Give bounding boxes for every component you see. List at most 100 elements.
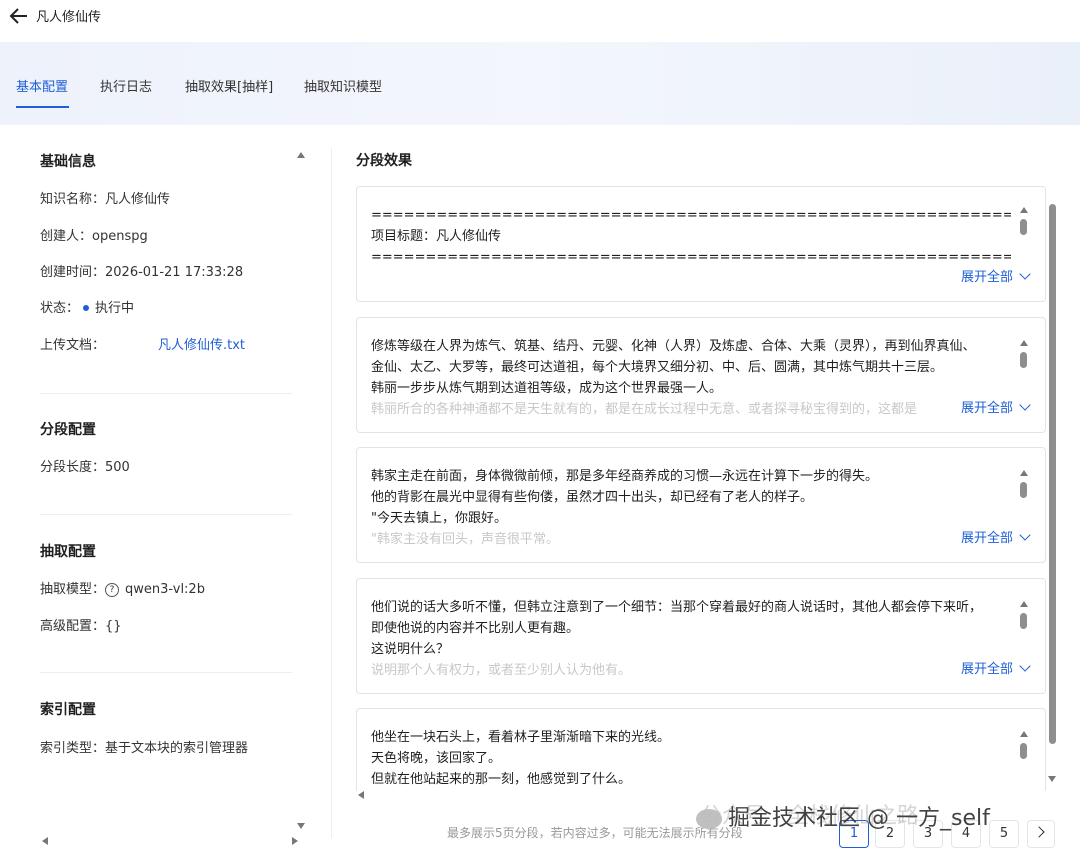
segment-scrollbar[interactable]: [1019, 338, 1029, 398]
created-time-value: 2026-01-21 17:33:28: [105, 265, 244, 280]
index-type-field: 索引类型：基于文本块的索引管理器: [40, 737, 248, 756]
scroll-thumb[interactable]: [1020, 219, 1027, 235]
page-button[interactable]: 5: [989, 820, 1019, 848]
extract-model-label: 抽取模型：: [40, 582, 106, 597]
created-time-label: 创建时间：: [40, 265, 106, 280]
segment-text: 修炼等级在人界为炼气、筑基、结丹、元婴、化神（人界）及炼虚、合体、大乘（灵界），…: [371, 336, 1011, 420]
scroll-down-icon[interactable]: [297, 823, 305, 829]
segment-line: 修炼等级在人界为炼气、筑基、结丹、元婴、化神（人界）及炼虚、合体、大乘（灵界），…: [371, 339, 976, 354]
scroll-up-icon[interactable]: [1020, 601, 1028, 607]
segment-text: ========================================…: [371, 205, 1011, 268]
watermark: 掘金技术社区 @ 一方_self: [696, 800, 990, 832]
extract-model-field: 抽取模型：? qwen3-vl:2b: [40, 578, 205, 597]
expand-all-button[interactable]: 展开全部: [954, 266, 1031, 285]
divider: [40, 672, 292, 673]
segment-scrollbar[interactable]: [1019, 599, 1029, 659]
index-type-value: 基于文本块的索引管理器: [105, 741, 249, 756]
creator-field: 创建人：openspg: [40, 225, 148, 244]
active-tab-indicator: [16, 106, 69, 108]
scroll-left-icon[interactable]: [42, 837, 48, 845]
expand-all-label: 展开全部: [960, 662, 1013, 677]
segment-length-label: 分段长度：: [40, 460, 106, 475]
segment-text: 他坐在一块石头上，看着林子里渐渐暗下来的光线。 天色将晚，该回家了。 但就在他站…: [371, 727, 1011, 790]
page-title: 凡人修仙传: [36, 10, 102, 25]
scroll-up-icon[interactable]: [1020, 731, 1028, 737]
scroll-thumb[interactable]: [1020, 352, 1027, 368]
creator-label: 创建人：: [40, 229, 93, 244]
status-value: 执行中: [95, 301, 135, 316]
status-field: 状态： 执行中: [40, 297, 134, 316]
segment-line: ========================================…: [371, 250, 1011, 265]
scroll-up-icon[interactable]: [1020, 470, 1028, 476]
segment-line: 这说明什么？: [371, 642, 450, 657]
expand-all-button[interactable]: 展开全部: [954, 658, 1031, 677]
segment-line: 韩家主走在前面，身体微微前倾，那是多年经商养成的习惯—永远在计算下一步的得失。: [371, 469, 879, 484]
created-time-field: 创建时间：2026-01-21 17:33:28: [40, 261, 243, 280]
segment-text: 他们说的话大多听不懂，但韩立注意到了一个细节：当那个穿着最好的商人说话时，其他人…: [371, 597, 1011, 681]
top-bar: 凡人修仙传: [0, 0, 1080, 40]
knowledge-name-value: 凡人修仙传: [105, 192, 171, 207]
expand-all-label: 展开全部: [960, 531, 1013, 546]
creator-value: openspg: [92, 229, 148, 244]
segment-effect-title: 分段效果: [356, 153, 412, 169]
segment-card: ========================================…: [356, 186, 1046, 302]
scroll-up-icon[interactable]: [1020, 207, 1028, 213]
advanced-config-value: {}: [105, 619, 122, 634]
segment-scrollbar[interactable]: [1019, 729, 1029, 789]
tab-bar: 基本配置 执行日志 抽取效果[抽样] 抽取知识模型: [0, 42, 1080, 125]
segment-line: 项目标题：凡人修仙传: [371, 229, 502, 244]
segment-card: 他坐在一块石头上，看着林子里渐渐暗下来的光线。 天色将晚，该回家了。 但就在他站…: [356, 708, 1046, 791]
segment-text: 韩家主走在前面，身体微微前倾，那是多年经商养成的习惯—永远在计算下一步的得失。 …: [371, 466, 1011, 550]
segment-scrollbar[interactable]: [1019, 468, 1029, 528]
watermark-text: 掘金技术社区 @ 一方_self: [728, 806, 990, 831]
back-arrow-icon[interactable]: [8, 5, 30, 27]
scroll-up-icon[interactable]: [297, 152, 305, 158]
segment-scrollbar[interactable]: [1019, 207, 1029, 267]
help-icon[interactable]: ?: [105, 582, 120, 597]
segment-length-value: 500: [105, 460, 130, 475]
wechat-icon: [696, 809, 722, 829]
extract-model-value: qwen3-vl:2b: [125, 582, 205, 597]
chevron-down-icon: [1019, 660, 1031, 672]
tab-extract-effect[interactable]: 抽取效果[抽样]: [185, 76, 273, 95]
segment-line: 天色将晚，该回家了。: [371, 751, 502, 766]
index-type-label: 索引类型：: [40, 741, 106, 756]
segment-line: 但就在他站起来的那一刻，他感觉到了什么。: [371, 772, 632, 787]
scroll-up-icon[interactable]: [1020, 340, 1028, 346]
upload-doc-link[interactable]: 凡人修仙传.txt: [158, 334, 245, 353]
expand-all-button[interactable]: 展开全部: [954, 527, 1031, 546]
scroll-thumb[interactable]: [1049, 204, 1056, 744]
tab-execution-log[interactable]: 执行日志: [100, 76, 152, 95]
segment-line: 他们说的话大多听不懂，但韩立注意到了一个细节：当那个穿着最好的商人说话时，其他人…: [371, 600, 983, 615]
status-label: 状态：: [40, 301, 80, 316]
scroll-thumb[interactable]: [1020, 743, 1027, 759]
segment-line: 他的背影在晨光中显得有些佝偻，虽然才四十出头，却已经有了老人的样子。: [371, 490, 814, 505]
left-horizontal-scrollbar[interactable]: [40, 836, 300, 846]
expand-all-label: 展开全部: [960, 270, 1013, 285]
segment-card: 修炼等级在人界为炼气、筑基、结丹、元婴、化神（人界）及炼虚、合体、大乘（灵界），…: [356, 317, 1046, 433]
expand-all-label: 展开全部: [960, 401, 1013, 416]
segment-line: ========================================…: [371, 208, 1011, 223]
scroll-left-icon[interactable]: [358, 791, 364, 799]
expand-all-button[interactable]: 展开全部: [954, 397, 1031, 416]
scroll-right-icon[interactable]: [292, 837, 298, 845]
scroll-thumb[interactable]: [1020, 482, 1027, 498]
advanced-config-label: 高级配置：: [40, 619, 106, 634]
scroll-thumb[interactable]: [1020, 613, 1027, 629]
segments-vertical-scrollbar[interactable]: [1046, 190, 1058, 790]
knowledge-name-field: 知识名称：凡人修仙传: [40, 188, 170, 207]
segment-line-faded: 韩丽所合的各种神通都不是天生就有的，都是在成长过程中无意、或者探寻秘宝得到的，这…: [371, 402, 918, 417]
next-page-button[interactable]: [1027, 820, 1055, 848]
scroll-down-icon[interactable]: [1048, 776, 1056, 782]
tab-basic-config[interactable]: 基本配置: [16, 76, 68, 95]
extract-config-title: 抽取配置: [40, 544, 96, 560]
left-vertical-scrollbar[interactable]: [296, 150, 306, 830]
basic-info-title: 基础信息: [40, 154, 96, 170]
segment-card: 他们说的话大多听不懂，但韩立注意到了一个细节：当那个穿着最好的商人说话时，其他人…: [356, 578, 1046, 694]
segment-line: 韩丽一步步从炼气期到达道祖等级，成为这个世界最强一人。: [371, 381, 723, 396]
upload-doc-label: 上传文档：: [40, 338, 106, 353]
upload-doc-field: 上传文档： 凡人修仙传.txt: [40, 334, 245, 353]
segment-config-title: 分段配置: [40, 422, 96, 438]
panel-divider: [331, 148, 332, 838]
tab-extract-knowledge-model[interactable]: 抽取知识模型: [304, 76, 382, 95]
